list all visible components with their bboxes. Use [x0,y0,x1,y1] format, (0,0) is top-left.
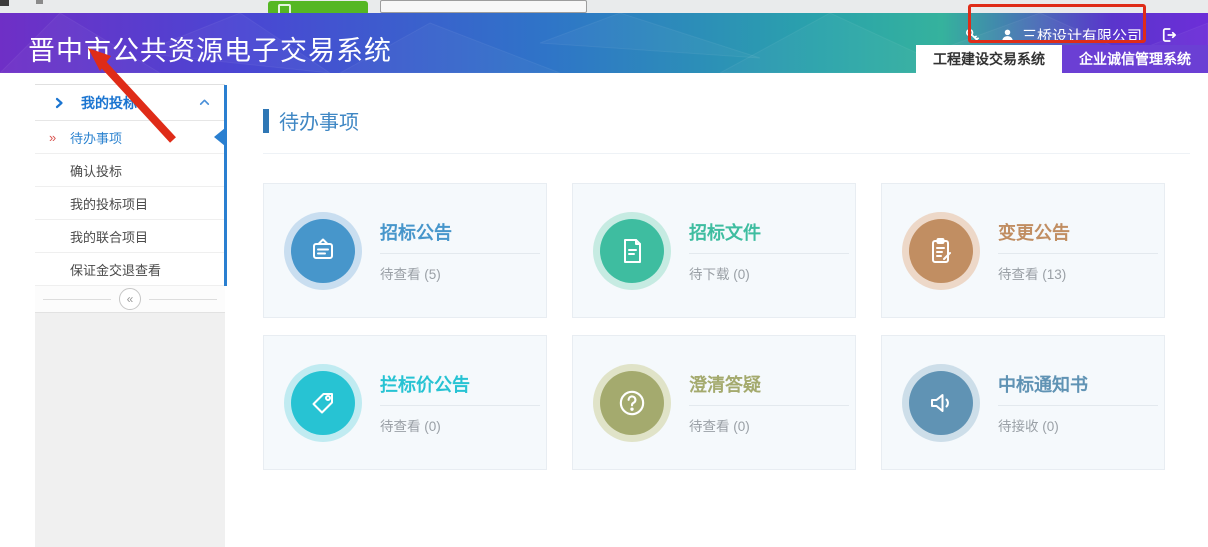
bulletin-icon [291,219,355,283]
card-award-notice[interactable]: 中标通知书 待接收 (0) [881,335,1165,470]
sidebar-group-my-bids[interactable]: 我的投标 [35,85,225,121]
sidebar-item-todo[interactable]: » 待办事项 [35,121,225,154]
card-status: 待查看 (5) [380,263,540,283]
browser-toolbar-fragment [0,0,1208,13]
card-title: 招标公告 [380,219,540,245]
sidebar-group-label: 我的投标 [81,93,198,113]
tab-credit-management[interactable]: 企业诚信管理系统 [1062,45,1208,73]
arrow-right-icon [53,97,65,109]
card-bid-documents[interactable]: 招标文件 待下载 (0) [572,183,856,318]
card-title: 拦标价公告 [380,371,540,397]
heading-accent-bar [263,109,269,133]
system-title: 晋中市公共资源电子交易系统 [28,29,392,68]
clipped-green-button[interactable] [268,1,368,13]
clipped-gray-button[interactable] [380,0,587,13]
card-change-announcement[interactable]: 变更公告 待查看 (13) [881,183,1165,318]
sidebar-item-deposit-view[interactable]: 保证金交退查看 [35,253,225,286]
sidebar-empty-area [35,313,225,547]
sidebar-collapse-button[interactable]: « [119,288,141,310]
logout-icon[interactable] [1160,26,1178,44]
card-price-cap-announcement[interactable]: 拦标价公告 待查看 (0) [263,335,547,470]
card-title: 澄清答疑 [689,371,849,397]
main-content: 待办事项 招标公告 待查看 (5) [263,95,1190,154]
sidebar-item-my-joint-projects[interactable]: 我的联合项目 [35,220,225,253]
browser-corner-fragment [0,0,9,6]
sidebar-item-confirm-bid[interactable]: 确认投标 [35,154,225,187]
price-tag-icon [291,371,355,435]
card-title: 招标文件 [689,219,849,245]
browser-mark-fragment [36,0,43,4]
user-chip[interactable]: 三桥设计有限公司 [1000,25,1142,46]
sidebar-collapse-row: « [35,286,225,313]
tab-construction-trading[interactable]: 工程建设交易系统 [916,45,1062,73]
heading-divider [263,153,1190,154]
app-header: 晋中市公共资源电子交易系统 三桥设计有限公司 工程建设交易系统 企业诚信管理系统 [0,13,1208,73]
page-heading: 待办事项 [263,106,1190,135]
card-status: 待查看 (0) [689,415,849,435]
active-item-marker: » [49,130,56,145]
document-icon [600,219,664,283]
card-status: 待查看 (13) [998,263,1158,283]
sidebar-active-edge [224,85,227,286]
user-company-name: 三桥设计有限公司 [1022,25,1142,46]
key-icon[interactable] [964,26,982,44]
card-status: 待下载 (0) [689,263,849,283]
sidebar-item-my-bid-projects[interactable]: 我的投标项目 [35,187,225,220]
system-tabs: 工程建设交易系统 企业诚信管理系统 [916,45,1208,73]
person-icon [1000,28,1015,43]
chevron-up-icon [198,96,211,109]
card-title: 变更公告 [998,219,1158,245]
todo-cards: 招标公告 待查看 (5) 招标文件 待下载 (0) [263,183,1165,470]
clipboard-edit-icon [909,219,973,283]
card-status: 待查看 (0) [380,415,540,435]
question-icon [600,371,664,435]
card-title: 中标通知书 [998,371,1158,397]
page-title: 待办事项 [279,106,359,135]
speaker-icon [909,371,973,435]
card-bid-announcement[interactable]: 招标公告 待查看 (5) [263,183,547,318]
card-clarification[interactable]: 澄清答疑 待查看 (0) [572,335,856,470]
card-status: 待接收 (0) [998,415,1158,435]
sidebar: 我的投标 » 待办事项 确认投标 我的投标项目 我的联合项目 保证金交退查看 « [35,84,225,547]
